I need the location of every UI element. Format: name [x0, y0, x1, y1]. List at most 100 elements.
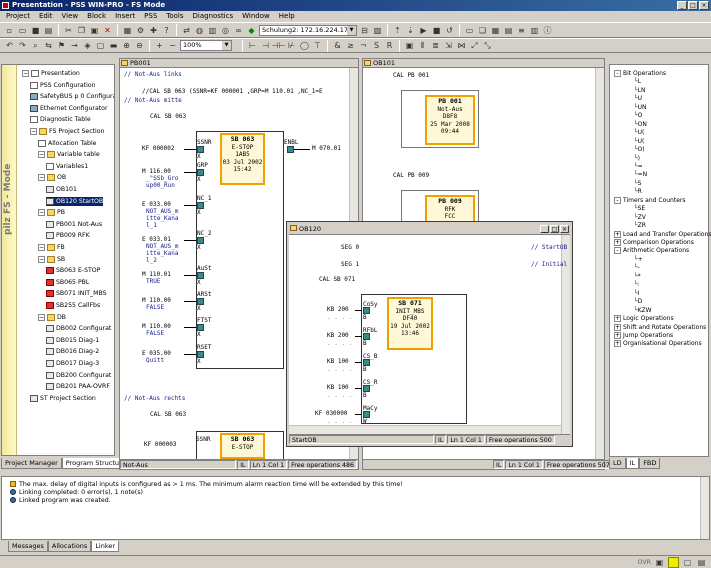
input-pin[interactable]: [197, 324, 204, 331]
tree-item[interactable]: − Presentation: [22, 69, 80, 78]
operation-group[interactable]: - Arithmetic Operations: [614, 246, 689, 255]
tree-item[interactable]: OB120 StartOB: [46, 196, 104, 206]
tab-ld[interactable]: LD: [609, 458, 626, 469]
input-pin[interactable]: [197, 272, 204, 279]
expand-toggle-icon[interactable]: +: [614, 331, 621, 339]
fbd-icon[interactable]: ▣: [404, 40, 415, 51]
tree-item[interactable]: DB015 Diag-1: [46, 336, 99, 345]
window-icon[interactable]: ▭: [464, 25, 475, 36]
expand-toggle-icon[interactable]: +: [614, 340, 621, 348]
compile-icon[interactable]: ⚙: [135, 25, 146, 36]
input-pin[interactable]: [197, 237, 204, 244]
maximize-icon[interactable]: □: [688, 1, 698, 10]
and-icon[interactable]: &: [332, 40, 343, 51]
goto-icon[interactable]: →: [69, 40, 80, 51]
tree-item[interactable]: DB016 Diag-2: [46, 347, 99, 356]
ld-icon[interactable]: ⫴: [417, 40, 428, 51]
tab-linker[interactable]: Linker: [91, 541, 120, 552]
table-icon[interactable]: ▥: [529, 25, 540, 36]
open-icon[interactable]: ▭: [17, 25, 28, 36]
tree-item[interactable]: DB002 Configurat: [46, 324, 111, 333]
menu-block[interactable]: Block: [87, 11, 106, 22]
tree-item[interactable]: − SB: [38, 255, 65, 264]
transfer-icon[interactable]: ⇄: [181, 25, 192, 36]
expand-toggle-icon[interactable]: −: [38, 255, 45, 263]
expand-toggle-icon[interactable]: +: [614, 315, 621, 323]
save-icon[interactable]: ■: [30, 25, 41, 36]
tree-item[interactable]: SB071 INIT_MBS: [46, 289, 107, 298]
ob120-hscrollbar[interactable]: [289, 425, 561, 434]
upload-icon[interactable]: ⇡: [392, 25, 403, 36]
tree-item[interactable]: − OB: [38, 173, 66, 182]
set-icon[interactable]: S: [371, 40, 382, 51]
download-icon[interactable]: ⇣: [405, 25, 416, 36]
tree-item[interactable]: Ethernet Configurator: [30, 104, 108, 113]
expand-toggle-icon[interactable]: −: [30, 128, 37, 135]
cut-icon[interactable]: ✂: [63, 25, 74, 36]
input-pin[interactable]: [197, 146, 204, 153]
menu-view[interactable]: View: [62, 11, 79, 22]
list-icon[interactable]: ≡: [516, 25, 527, 36]
monitor-icon[interactable]: ◎: [220, 25, 231, 36]
il-icon[interactable]: ≣: [430, 40, 441, 51]
zoom-in-icon[interactable]: +: [154, 40, 165, 51]
tree-item[interactable]: − Variable table: [38, 150, 100, 159]
collapse-icon[interactable]: ⤡: [482, 40, 493, 51]
call-icon[interactable]: ⇲: [443, 40, 454, 51]
input-pin[interactable]: [363, 307, 370, 314]
input-pin[interactable]: [363, 411, 370, 418]
operation-group[interactable]: - Timers and Counters: [614, 196, 685, 205]
tree-item[interactable]: Allocation Table: [38, 139, 96, 148]
delete-icon[interactable]: ✕: [102, 25, 113, 36]
expand-icon[interactable]: ⤢: [469, 40, 480, 51]
find-icon[interactable]: ⌕: [30, 40, 41, 51]
plug-icon[interactable]: ⊟: [359, 25, 370, 36]
grid-icon[interactable]: ▦: [122, 25, 133, 36]
expand-toggle-icon[interactable]: +: [614, 230, 621, 238]
link-icon[interactable]: ∞: [233, 25, 244, 36]
minimize-icon[interactable]: _: [677, 1, 687, 10]
diag-icon[interactable]: ▧: [372, 25, 383, 36]
input-pin[interactable]: [197, 298, 204, 305]
tree-item[interactable]: DB200 Configurat: [46, 371, 111, 380]
tab-allocations[interactable]: Allocations: [47, 541, 92, 552]
redo-icon[interactable]: ↷: [17, 40, 28, 51]
branch-icon[interactable]: ⊤: [312, 40, 323, 51]
input-pin[interactable]: [363, 333, 370, 340]
undo-icon[interactable]: ↶: [4, 40, 15, 51]
tree-item[interactable]: SafetyBUS p 0 Configuration: [30, 92, 114, 101]
menu-edit[interactable]: Edit: [39, 11, 53, 22]
help-icon[interactable]: ?: [161, 25, 172, 36]
remove-icon[interactable]: ⊖: [134, 40, 145, 51]
contact-no-icon[interactable]: ⊣⊢: [272, 40, 286, 51]
tree-item[interactable]: PSS Configuration: [30, 81, 96, 90]
input-pin[interactable]: [363, 385, 370, 392]
messages-scrollbar[interactable]: [700, 477, 709, 539]
ob101-scrollbar[interactable]: [595, 68, 604, 460]
menu-insert[interactable]: Insert: [115, 11, 135, 22]
reset-icon[interactable]: ↺: [444, 25, 455, 36]
coil-icon[interactable]: ◯: [299, 40, 310, 51]
message-line[interactable]: Linking completed: 0 error(s), 1 note(s): [10, 488, 403, 496]
tree-icon[interactable]: ▤: [503, 25, 514, 36]
paste-icon[interactable]: ▣: [89, 25, 100, 36]
menu-tools[interactable]: Tools: [166, 11, 183, 22]
plc-icon[interactable]: ▥: [207, 25, 218, 36]
reset-bit-icon[interactable]: R: [384, 40, 395, 51]
expand-toggle-icon[interactable]: −: [38, 244, 45, 251]
tree-item[interactable]: ST Project Section: [30, 394, 96, 403]
input-pin[interactable]: [197, 202, 204, 209]
copy-icon[interactable]: ❐: [76, 25, 87, 36]
not-icon[interactable]: ¬: [358, 40, 369, 51]
tree-item[interactable]: PB001 Not-Aus: [46, 220, 102, 229]
connection-select[interactable]: Schulung2: 172.16.224.17 ▼: [259, 24, 357, 36]
tree-item[interactable]: PB009 RFK: [46, 231, 90, 240]
output-pin[interactable]: [287, 146, 294, 153]
build-icon[interactable]: ✚: [148, 25, 159, 36]
menu-window[interactable]: Window: [242, 11, 270, 22]
expand-toggle-icon[interactable]: +: [614, 323, 621, 331]
tree-item[interactable]: SB065 PBL: [46, 278, 89, 287]
contact-nc-icon[interactable]: ⊬: [286, 40, 297, 51]
network-icon[interactable]: ⋈: [456, 40, 467, 51]
mark-icon[interactable]: ◈: [82, 40, 93, 51]
